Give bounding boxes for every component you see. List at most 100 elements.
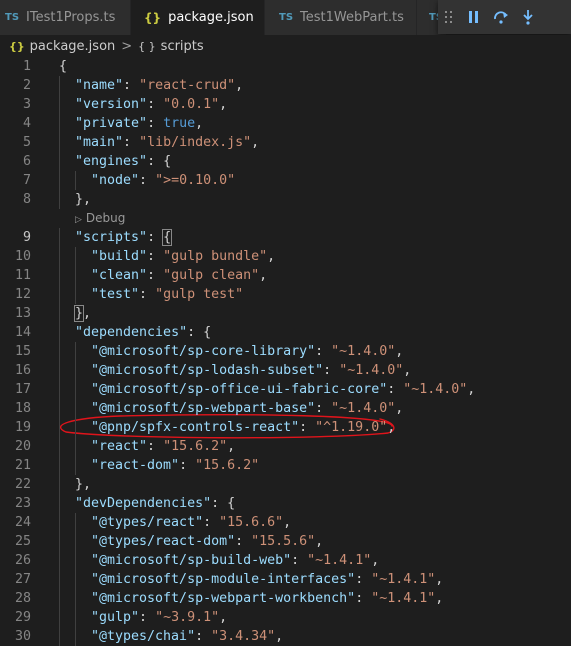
indent-guide bbox=[59, 247, 60, 266]
code-line: 4 "private": true, bbox=[0, 114, 571, 133]
code-token: "0.0.1" bbox=[163, 97, 220, 112]
code-token: "lib/index.js" bbox=[139, 135, 252, 150]
line-number: 5 bbox=[22, 135, 31, 150]
code-text: "@types/react-dom": "15.5.6", bbox=[91, 532, 323, 551]
step-over-icon[interactable] bbox=[487, 0, 514, 34]
code-token: "react" bbox=[91, 439, 148, 454]
code-token: , bbox=[83, 306, 92, 321]
typescript-file-icon: TS bbox=[5, 12, 20, 23]
tab-label: package.json bbox=[168, 10, 254, 25]
code-token: : bbox=[139, 287, 156, 302]
indent-guide bbox=[75, 266, 76, 285]
json-file-icon: {} bbox=[144, 10, 162, 25]
object-symbol-icon: { } bbox=[138, 39, 156, 53]
code-token: , bbox=[395, 401, 404, 416]
tab-label: ITest1Props.ts bbox=[26, 10, 116, 25]
indent-guide bbox=[75, 513, 76, 532]
code-text: "private": true, bbox=[75, 114, 203, 133]
code-line: 5 "main": "lib/index.js", bbox=[0, 133, 571, 152]
line-number: 22 bbox=[14, 477, 31, 492]
code-token: , bbox=[435, 591, 444, 606]
gripper-icon[interactable] bbox=[438, 0, 460, 34]
code-line: 23 "devDependencies": { bbox=[0, 494, 571, 513]
code-text: "@types/react": "15.6.6", bbox=[91, 513, 291, 532]
code-line: 26 "@microsoft/sp-build-web": "~1.4.1", bbox=[0, 551, 571, 570]
code-line: 16 "@microsoft/sp-lodash-subset": "~1.4.0… bbox=[0, 361, 571, 380]
indent-guide bbox=[59, 228, 60, 247]
code-text: "scripts": { bbox=[75, 228, 173, 247]
code-token: "@types/react-dom" bbox=[91, 534, 236, 549]
indent-guide bbox=[59, 418, 60, 437]
code-line: 22}, bbox=[0, 475, 571, 494]
indent-guide bbox=[75, 285, 76, 304]
code-token: , bbox=[283, 515, 292, 530]
code-token: : bbox=[315, 401, 332, 416]
code-token: "@types/react" bbox=[91, 515, 204, 530]
code-token: "version" bbox=[75, 97, 148, 112]
code-text: }, bbox=[75, 475, 91, 494]
code-text: "@microsoft/sp-build-web": "~1.4.1", bbox=[91, 551, 379, 570]
indent-guide bbox=[59, 304, 60, 323]
chevron-right-icon: > bbox=[121, 38, 133, 54]
code-token: : bbox=[299, 420, 316, 435]
tab-label: Test1WebPart.ts bbox=[300, 10, 404, 25]
pause-icon[interactable] bbox=[460, 0, 487, 34]
line-number: 29 bbox=[14, 610, 31, 625]
indent-guide bbox=[75, 380, 76, 399]
line-number: 30 bbox=[14, 629, 31, 644]
code-token: "@pnp/spfx-controls-react" bbox=[91, 420, 300, 435]
indent-guide bbox=[59, 608, 60, 627]
code-editor[interactable]: ▷ Debug 1{2 "name": "react-crud", 3 "version… bbox=[0, 57, 571, 646]
code-token: , bbox=[275, 629, 284, 644]
code-token: , bbox=[387, 420, 396, 435]
code-token: : bbox=[323, 363, 340, 378]
code-token: true bbox=[163, 116, 196, 131]
step-into-icon[interactable] bbox=[514, 0, 541, 34]
indent-guide bbox=[75, 551, 76, 570]
code-token: }, bbox=[75, 477, 92, 492]
code-line: 19 "@pnp/spfx-controls-react": "^1.19.0", bbox=[0, 418, 571, 437]
code-text: "node": ">=0.10.0" bbox=[91, 171, 235, 190]
code-token: }, bbox=[75, 192, 92, 207]
line-number: 28 bbox=[14, 591, 31, 606]
tab-test1webpart[interactable]: TS Test1WebPart.ts bbox=[265, 0, 417, 35]
indent-guide bbox=[59, 76, 60, 95]
code-token: "~1.4.0" bbox=[339, 363, 404, 378]
tab-package-json[interactable]: {} package.json × bbox=[131, 0, 280, 35]
code-token: "@microsoft/sp-module-interfaces" bbox=[91, 572, 356, 587]
code-line: 21 "react-dom": "15.6.2" bbox=[0, 456, 571, 475]
code-token: : bbox=[387, 382, 404, 397]
code-token: : bbox=[179, 458, 196, 473]
code-token: , bbox=[371, 553, 380, 568]
code-text: "devDependencies": { bbox=[75, 494, 235, 513]
code-text: "gulp": "~3.9.1", bbox=[91, 608, 227, 627]
code-line: 10 "build": "gulp bundle", bbox=[0, 247, 571, 266]
code-line: 15 "@microsoft/sp-core-library": "~1.4.0"… bbox=[0, 342, 571, 361]
code-token: "gulp bundle" bbox=[163, 249, 268, 264]
line-number: 1 bbox=[22, 59, 31, 74]
breadcrumb-node[interactable]: scripts bbox=[161, 39, 204, 54]
code-token: : bbox=[147, 97, 164, 112]
code-token: "@types/chai" bbox=[91, 629, 196, 644]
code-token: : bbox=[147, 439, 164, 454]
code-token: "@microsoft/sp-office-ui-fabric-core" bbox=[91, 382, 388, 397]
indent-guide bbox=[75, 418, 76, 437]
line-number: 24 bbox=[14, 515, 31, 530]
tab-bar: TS ITest1Props.ts {} package.json × TS T… bbox=[0, 0, 571, 35]
breadcrumb-file[interactable]: package.json bbox=[30, 39, 116, 54]
code-token: , bbox=[435, 572, 444, 587]
line-number: 18 bbox=[14, 401, 31, 416]
code-text: { bbox=[59, 57, 67, 76]
tab-itest1props[interactable]: TS ITest1Props.ts bbox=[0, 0, 131, 35]
code-token: : bbox=[291, 553, 308, 568]
code-token: "~1.4.1" bbox=[371, 591, 436, 606]
debug-codelens[interactable]: ▷ Debug bbox=[75, 209, 125, 228]
code-line: 14 "dependencies": { bbox=[0, 323, 571, 342]
indent-guide bbox=[59, 437, 60, 456]
code-line: 8}, bbox=[0, 190, 571, 209]
code-text: "name": "react-crud", bbox=[75, 76, 243, 95]
indent-guide bbox=[59, 171, 60, 190]
play-icon: ▷ bbox=[75, 215, 82, 225]
code-text: "clean": "gulp clean", bbox=[91, 266, 267, 285]
code-token: "gulp clean" bbox=[163, 268, 260, 283]
